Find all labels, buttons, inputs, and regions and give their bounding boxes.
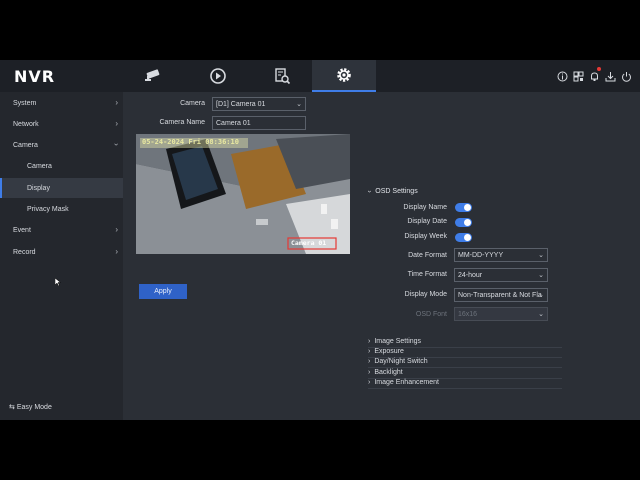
video-preview[interactable]: 05-24-2024 Fri 08:36:10 Camera 01: [136, 134, 350, 254]
chevron-right-icon: ›: [115, 119, 118, 128]
mouse-cursor-icon: [55, 278, 61, 286]
swap-icon: ⇆: [9, 404, 15, 411]
top-bar: NVR: [0, 60, 640, 92]
sidebar-item-label: Camera: [13, 141, 38, 149]
chevron-right-icon: ›: [368, 348, 371, 355]
date-format-value: MM-DD-YYYY: [458, 251, 504, 259]
download-icon[interactable]: [605, 69, 616, 82]
sidebar: System › Network › Camera › Camera Displ…: [0, 92, 123, 420]
chevron-right-icon: ›: [115, 98, 118, 107]
notification-dot: [597, 67, 601, 71]
chevron-down-icon: ⌄: [538, 272, 544, 279]
camera-icon: [145, 69, 160, 81]
chevron-right-icon: ›: [368, 379, 371, 386]
info-icon[interactable]: [557, 69, 568, 82]
display-mode-label: Display Mode: [404, 291, 447, 298]
display-mode-select[interactable]: Non-Transparent & Not Fla ⌄: [454, 288, 548, 302]
sidebar-item-label: Camera: [27, 162, 52, 170]
sidebar-subitem-privacy-mask[interactable]: Privacy Mask: [0, 199, 123, 219]
qr-code-icon[interactable]: [573, 69, 584, 82]
section-image-settings[interactable]: › Image Settings: [368, 338, 562, 348]
chevron-right-icon: ›: [368, 369, 371, 376]
sidebar-subitem-camera[interactable]: Camera: [0, 156, 123, 176]
display-date-label: Display Date: [407, 218, 447, 225]
nav-search[interactable]: [250, 60, 314, 92]
chevron-down-icon: ›: [365, 190, 373, 193]
main-panel: Camera [D1] Camera 01 ⌄ Camera Name Came…: [123, 92, 640, 420]
osd-font-select: 16x16 ⌄: [454, 307, 548, 321]
nav-settings[interactable]: [312, 60, 376, 92]
file-search-icon: [275, 68, 291, 85]
section-label: Backlight: [374, 369, 403, 376]
sidebar-item-label: Display: [27, 184, 50, 192]
section-backlight[interactable]: › Backlight: [368, 369, 562, 379]
sidebar-item-label: System: [13, 99, 37, 107]
display-name-toggle[interactable]: [455, 203, 472, 212]
sidebar-item-system[interactable]: System ›: [0, 93, 123, 113]
date-format-select[interactable]: MM-DD-YYYY ⌄: [454, 248, 548, 262]
display-mode-value: Non-Transparent & Not Fla: [458, 291, 542, 299]
video-osd-date: 05-24-2024 Fri 08:36:10: [142, 138, 239, 146]
easy-mode-label: Easy Mode: [16, 404, 52, 411]
time-format-label: Time Format: [407, 271, 447, 278]
sidebar-item-record[interactable]: Record ›: [0, 242, 123, 262]
section-label: Image Enhancement: [374, 379, 439, 386]
chevron-right-icon: ›: [115, 225, 118, 234]
time-format-value: 24-hour: [458, 271, 483, 279]
apply-button[interactable]: Apply: [139, 284, 187, 299]
playback-icon: [210, 68, 226, 84]
section-label: Image Settings: [374, 338, 422, 345]
chevron-down-icon: ⌄: [538, 252, 544, 259]
sidebar-item-label: Network: [13, 120, 39, 128]
display-name-label: Display Name: [403, 204, 447, 211]
sidebar-item-event[interactable]: Event ›: [0, 220, 123, 240]
sidebar-item-label: Privacy Mask: [27, 205, 69, 213]
sidebar-item-label: Record: [13, 248, 36, 256]
chevron-right-icon: ›: [115, 247, 118, 256]
preview-scene: [136, 134, 350, 254]
nvr-screen: NVR System › Network › Camera › Camera D…: [0, 60, 640, 420]
app-logo: NVR: [14, 67, 56, 86]
top-right-icons: [557, 67, 632, 82]
camera-label: Camera: [180, 100, 205, 107]
chevron-right-icon: ›: [368, 358, 371, 365]
chevron-down-icon: ›: [112, 143, 122, 146]
display-date-toggle[interactable]: [455, 218, 472, 227]
nav-live-view[interactable]: [122, 60, 186, 92]
power-icon[interactable]: [621, 69, 632, 82]
gear-icon: [337, 68, 351, 82]
time-format-select[interactable]: 24-hour ⌄: [454, 268, 548, 282]
section-label: Day/Night Switch: [374, 358, 428, 365]
nav-playback[interactable]: [186, 60, 250, 92]
sidebar-item-camera[interactable]: Camera ›: [0, 135, 123, 155]
sidebar-item-label: Event: [13, 226, 31, 234]
camera-name-label: Camera Name: [159, 119, 205, 126]
date-format-label: Date Format: [408, 252, 447, 259]
section-exposure[interactable]: › Exposure: [368, 348, 562, 358]
camera-name-value: Camera 01: [216, 119, 251, 127]
section-label: Exposure: [374, 348, 404, 355]
chevron-right-icon: ›: [368, 338, 371, 345]
camera-name-input[interactable]: Camera 01: [212, 116, 306, 130]
notification-bell-icon[interactable]: [589, 67, 601, 81]
chevron-down-icon: ⌄: [538, 292, 544, 299]
section-image-enhancement[interactable]: › Image Enhancement: [368, 379, 562, 389]
display-week-label: Display Week: [404, 233, 447, 240]
sidebar-item-network[interactable]: Network ›: [0, 114, 123, 134]
osd-settings-header[interactable]: › OSD Settings: [365, 188, 418, 195]
display-week-toggle[interactable]: [455, 233, 472, 242]
easy-mode-button[interactable]: ⇆ Easy Mode: [9, 403, 52, 411]
camera-select[interactable]: [D1] Camera 01 ⌄: [212, 97, 306, 111]
osd-font-value: 16x16: [458, 310, 478, 318]
chevron-down-icon: ⌄: [296, 101, 302, 108]
chevron-down-icon: ⌄: [538, 311, 544, 318]
video-osd-name: Camera 01: [291, 239, 327, 247]
section-day-night-switch[interactable]: › Day/Night Switch: [368, 358, 562, 368]
sidebar-subitem-display[interactable]: Display: [0, 178, 123, 198]
osd-settings-title: OSD Settings: [375, 188, 418, 195]
camera-select-value: [D1] Camera 01: [216, 100, 266, 108]
osd-font-label: OSD Font: [415, 311, 447, 318]
